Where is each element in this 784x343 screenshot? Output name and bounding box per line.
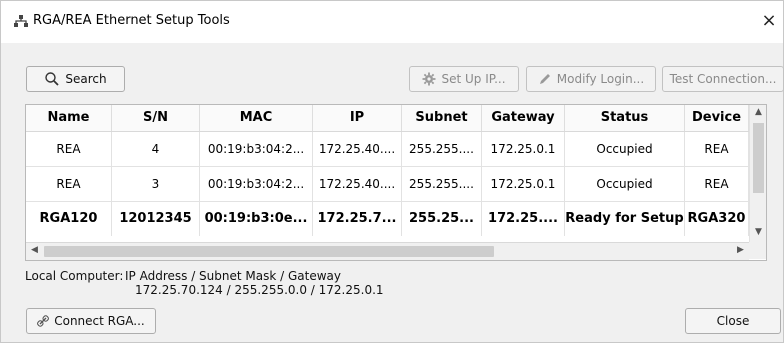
cell-name: REA xyxy=(26,167,112,201)
column-header-ip[interactable]: IP xyxy=(313,105,402,131)
cell-name: RGA120 xyxy=(26,202,112,236)
cell-gateway: 172.25.0.1 xyxy=(482,167,565,201)
gear-icon xyxy=(422,72,436,86)
cell-sn: 12012345 xyxy=(112,202,200,236)
scroll-corner xyxy=(749,242,766,259)
modify-login-button[interactable]: Modify Login... xyxy=(526,66,656,92)
link-icon xyxy=(37,315,50,327)
cell-name: REA xyxy=(26,132,112,166)
table-row[interactable]: REA 3 00:19:b3:04:2... 172.25.40.... 255… xyxy=(26,167,749,202)
scroll-up-icon[interactable]: ▲ xyxy=(750,107,766,117)
cell-subnet: 255.255.... xyxy=(402,132,482,166)
cell-sn: 3 xyxy=(112,167,200,201)
column-header-device[interactable]: Device xyxy=(685,105,749,131)
cell-status: Ready for Setup xyxy=(565,202,685,236)
modify-login-label: Modify Login... xyxy=(556,72,645,86)
set-up-ip-button[interactable]: Set Up IP... xyxy=(409,66,519,92)
cell-ip: 172.25.40.... xyxy=(313,132,402,166)
magnifier-icon xyxy=(44,71,60,87)
scroll-down-icon[interactable]: ▼ xyxy=(750,227,766,237)
set-up-ip-label: Set Up IP... xyxy=(441,72,506,86)
cell-sn: 4 xyxy=(112,132,200,166)
cell-ip: 172.25.40.... xyxy=(313,167,402,201)
local-computer-label: Local Computer: xyxy=(25,269,124,283)
local-computer-header: IP Address / Subnet Mask / Gateway xyxy=(125,269,341,283)
scroll-right-icon[interactable]: ▶ xyxy=(732,245,749,255)
search-button[interactable]: Search xyxy=(26,66,125,92)
connect-rga-label: Connect RGA... xyxy=(54,314,145,328)
local-computer-value: 172.25.70.124 / 255.255.0.0 / 172.25.0.1 xyxy=(135,283,384,297)
cell-status: Occupied xyxy=(565,132,685,166)
cell-subnet: 255.255.... xyxy=(402,167,482,201)
test-connection-label: Test Connection... xyxy=(669,72,777,86)
column-header-sn[interactable]: S/N xyxy=(112,105,200,131)
close-label: Close xyxy=(716,314,750,328)
connect-rga-button[interactable]: Connect RGA... xyxy=(26,308,156,334)
horizontal-scrollbar[interactable]: ◀ ▶ xyxy=(26,242,749,260)
cell-device: RGA320 xyxy=(685,202,749,236)
cell-device: REA xyxy=(685,167,749,201)
title-bar: RGA/REA Ethernet Setup Tools × xyxy=(1,1,783,43)
cell-status: Occupied xyxy=(565,167,685,201)
column-header-name[interactable]: Name xyxy=(26,105,112,131)
column-header-status[interactable]: Status xyxy=(565,105,685,131)
cell-mac: 00:19:b3:04:2... xyxy=(200,132,313,166)
vertical-scrollbar[interactable]: ▲ ▼ xyxy=(749,105,766,242)
cell-gateway: 172.25.0.1 xyxy=(482,132,565,166)
column-header-gateway[interactable]: Gateway xyxy=(482,105,565,131)
column-header-mac[interactable]: MAC xyxy=(200,105,313,131)
cell-ip: 172.25.7... xyxy=(313,202,402,236)
window-title: RGA/REA Ethernet Setup Tools xyxy=(33,13,230,28)
pencil-icon xyxy=(538,72,552,86)
scroll-left-icon[interactable]: ◀ xyxy=(26,245,43,255)
cell-subnet: 255.25... xyxy=(402,202,482,236)
column-header-subnet[interactable]: Subnet xyxy=(402,105,482,131)
table-header: Name S/N MAC IP Subnet Gateway Status De… xyxy=(26,105,766,132)
device-table[interactable]: Name S/N MAC IP Subnet Gateway Status De… xyxy=(25,104,767,261)
network-icon xyxy=(13,13,29,29)
horizontal-scroll-thumb[interactable] xyxy=(44,246,494,257)
vertical-scroll-thumb[interactable] xyxy=(753,123,764,193)
cell-mac: 00:19:b3:0e... xyxy=(200,202,313,236)
table-row[interactable]: REA 4 00:19:b3:04:2... 172.25.40.... 255… xyxy=(26,132,749,167)
close-button[interactable]: Close xyxy=(685,308,781,334)
dialog-window: RGA/REA Ethernet Setup Tools × Search Se… xyxy=(0,0,784,343)
close-window-icon[interactable]: × xyxy=(757,9,781,33)
cell-mac: 00:19:b3:04:2... xyxy=(200,167,313,201)
search-label: Search xyxy=(65,72,107,86)
table-row[interactable]: RGA120 12012345 00:19:b3:0e... 172.25.7.… xyxy=(26,202,749,238)
cell-device: REA xyxy=(685,132,749,166)
test-connection-button[interactable]: Test Connection... xyxy=(662,66,784,92)
cell-gateway: 172.25.... xyxy=(482,202,565,236)
